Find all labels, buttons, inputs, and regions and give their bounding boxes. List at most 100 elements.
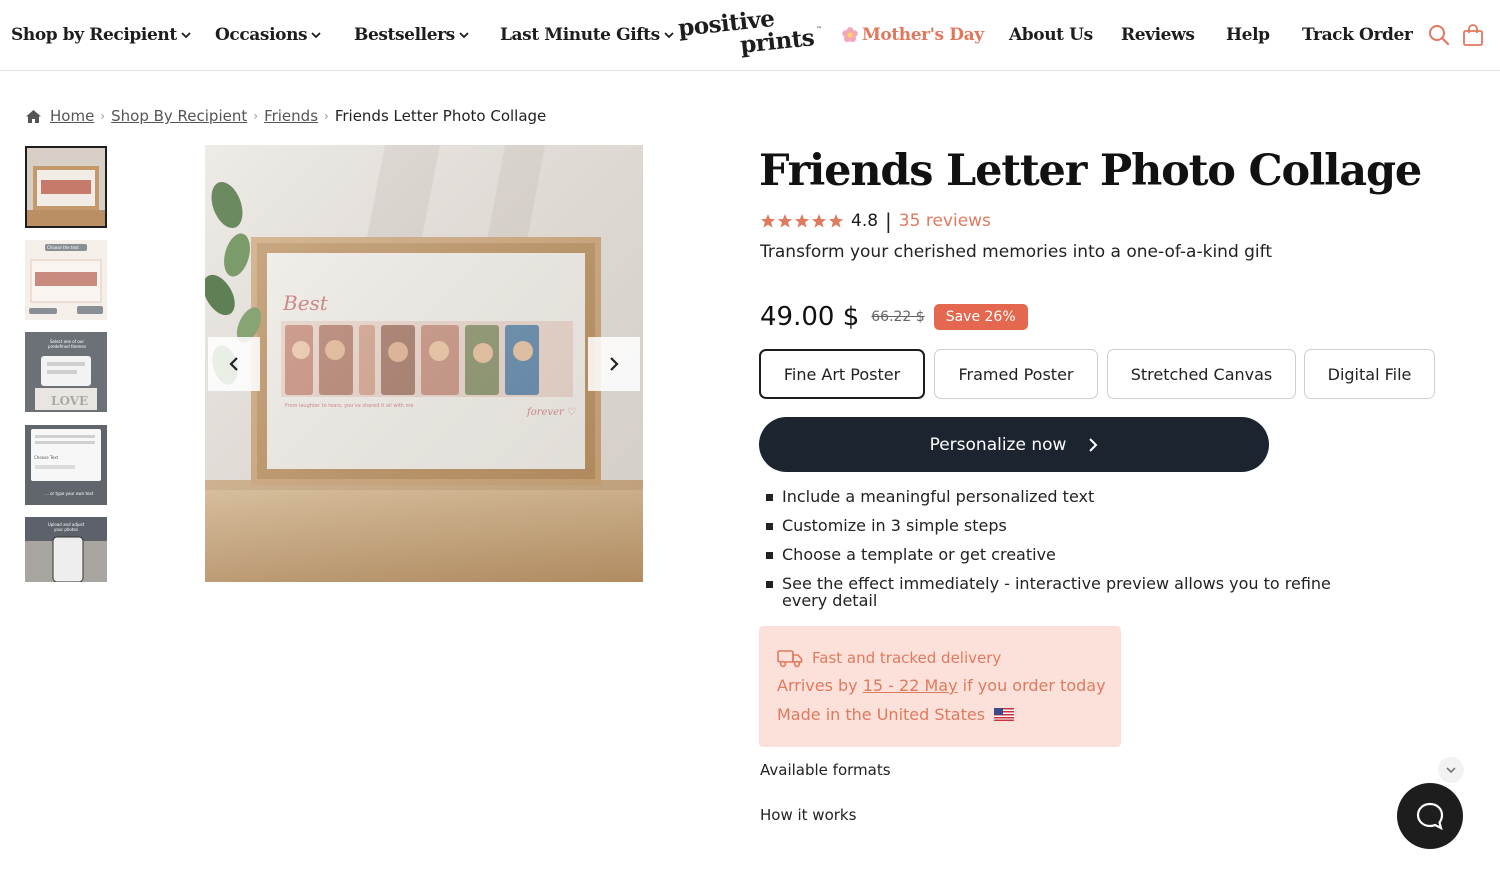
home-icon[interactable] xyxy=(25,109,42,124)
feature-item: See the effect immediately - interactive… xyxy=(766,575,1346,609)
nav-about-us[interactable]: About Us xyxy=(1009,22,1093,48)
rating-value: 4.8 xyxy=(851,211,879,231)
thumbnail-4-label: Choose Text xyxy=(34,455,59,460)
format-stretched-canvas[interactable]: Stretched Canvas xyxy=(1107,349,1296,399)
product-rating: 4.8 | 35 reviews xyxy=(760,209,991,233)
thumbnail-preview-image xyxy=(25,240,107,320)
chat-icon xyxy=(1416,802,1444,831)
gallery-prev-button[interactable] xyxy=(208,337,260,391)
breadcrumb-current: Friends Letter Photo Collage xyxy=(334,107,547,125)
nav-shop-by-recipient[interactable]: Shop by Recipient xyxy=(11,22,191,48)
breadcrumb-friends[interactable]: Friends xyxy=(264,107,318,125)
brand-logo[interactable]: positive prints ™ xyxy=(676,4,826,64)
delivery-title-row: Fast and tracked delivery xyxy=(777,648,1001,668)
collage-caption: From laughter to tears, you've shared it… xyxy=(285,403,414,409)
reviews-link[interactable]: 35 reviews xyxy=(899,211,991,231)
star-icon xyxy=(828,214,844,228)
product-subtitle: Transform your cherished memories into a… xyxy=(760,242,1273,262)
breadcrumb-separator: › xyxy=(253,109,259,123)
star-icon xyxy=(794,214,810,228)
nav-help[interactable]: Help xyxy=(1226,22,1270,48)
rating-stars xyxy=(760,213,845,229)
chevron-down-icon xyxy=(311,32,321,39)
search-icon[interactable] xyxy=(1428,24,1450,46)
chevron-down-icon xyxy=(1446,767,1456,774)
format-fine-art-poster[interactable]: Fine Art Poster xyxy=(759,349,925,399)
format-digital-file[interactable]: Digital File xyxy=(1304,349,1435,399)
nav-mothers-day[interactable]: Mother's Day xyxy=(841,22,984,48)
gallery-thumbnail-5[interactable]: Upload and adjust your photos xyxy=(25,517,107,582)
collage-text-best: Best xyxy=(283,291,328,315)
feature-list: Include a meaningful personalized text C… xyxy=(766,488,1346,621)
nav-occasions[interactable]: Occasions xyxy=(215,22,321,48)
feature-item: Choose a template or get creative xyxy=(766,546,1346,563)
discount-badge: Save 26% xyxy=(933,304,1028,330)
breadcrumb-shop-by-recipient[interactable]: Shop By Recipient xyxy=(111,107,247,125)
price-row: 49.00 $ 66.22 $ Save 26% xyxy=(760,302,1028,332)
thumbnail-frame-image xyxy=(27,148,105,226)
arrives-suffix: if you order today xyxy=(962,676,1106,695)
accordion-toggle[interactable] xyxy=(1438,757,1464,783)
thumbnail-3-caption: Select one of our predefined themes xyxy=(48,339,86,349)
logo-trademark: ™ xyxy=(816,26,822,33)
format-framed-poster[interactable]: Framed Poster xyxy=(934,349,1098,399)
star-icon xyxy=(777,214,793,228)
nav-last-minute-gifts-label: Last Minute Gifts xyxy=(500,25,660,45)
chevron-right-icon xyxy=(610,357,619,371)
breadcrumb-separator: › xyxy=(324,109,329,123)
breadcrumb-separator: › xyxy=(100,109,106,123)
nav-mothers-day-label: Mother's Day xyxy=(862,25,984,45)
flower-icon xyxy=(842,27,858,43)
nav-occasions-label: Occasions xyxy=(215,25,308,45)
chevron-down-icon xyxy=(181,32,191,39)
feature-item: Include a meaningful personalized text xyxy=(766,488,1346,505)
nav-track-order[interactable]: Track Order xyxy=(1302,22,1413,48)
made-in-text: Made in the United States xyxy=(777,705,986,724)
truck-icon xyxy=(777,650,803,668)
thumbnail-3-word: LOVE xyxy=(51,394,89,408)
nav-bestsellers[interactable]: Bestsellers xyxy=(354,22,469,48)
made-in-row: Made in the United States xyxy=(777,705,1015,724)
thumbnail-2-caption: Choose the text xyxy=(47,245,79,250)
accordion-how-it-works[interactable]: How it works xyxy=(760,806,856,824)
star-icon xyxy=(760,214,776,228)
nav-reviews[interactable]: Reviews xyxy=(1121,22,1195,48)
thumbnail-4-caption: ... or type your own text xyxy=(45,491,94,496)
chevron-left-icon xyxy=(229,357,238,371)
framed-collage-photo xyxy=(205,145,643,582)
delivery-arrival-row: Arrives by 15 - 22 May if you order toda… xyxy=(777,676,1106,695)
collage-text-forever: forever ♡ xyxy=(527,407,576,418)
feature-item: Customize in 3 simple steps xyxy=(766,517,1346,534)
star-icon xyxy=(811,214,827,228)
chevron-down-icon xyxy=(459,32,469,39)
delivery-info-box: Fast and tracked delivery Arrives by 15 … xyxy=(759,626,1121,747)
nav-bestsellers-label: Bestsellers xyxy=(354,25,455,45)
rating-divider: | xyxy=(885,209,892,233)
nav-last-minute-gifts[interactable]: Last Minute Gifts xyxy=(500,22,674,48)
thumbnail-5-caption: Upload and adjust your photos xyxy=(47,522,85,532)
us-flag-icon xyxy=(994,708,1015,721)
gallery-thumbnail-3[interactable]: Select one of our predefined themes LOVE xyxy=(25,332,107,412)
current-price: 49.00 $ xyxy=(760,302,860,332)
delivery-title: Fast and tracked delivery xyxy=(812,649,1002,667)
breadcrumb-home[interactable]: Home xyxy=(50,107,94,125)
accordion-available-formats[interactable]: Available formats xyxy=(760,761,891,779)
breadcrumb: Home › Shop By Recipient › Friends › Fri… xyxy=(25,106,546,126)
personalize-now-label: Personalize now xyxy=(929,434,1067,455)
gallery-thumbnail-1[interactable] xyxy=(25,146,107,228)
gallery-thumbnail-4[interactable]: Choose Text ... or type your own text xyxy=(25,425,107,505)
gallery-next-button[interactable] xyxy=(588,337,640,391)
chevron-right-icon xyxy=(1089,437,1098,452)
top-navigation: Shop by Recipient Occasions Bestsellers … xyxy=(0,0,1500,71)
arrival-dates[interactable]: 15 - 22 May xyxy=(863,676,958,695)
cart-icon[interactable] xyxy=(1462,24,1484,46)
personalize-now-button[interactable]: Personalize now xyxy=(759,417,1269,472)
nav-shop-by-recipient-label: Shop by Recipient xyxy=(11,25,177,45)
product-main-image: Best From laughter to tears, you've shar… xyxy=(205,145,643,582)
arrives-prefix: Arrives by xyxy=(777,676,858,695)
chat-widget-button[interactable] xyxy=(1397,783,1463,849)
original-price: 66.22 $ xyxy=(871,309,925,325)
chevron-down-icon xyxy=(664,32,674,39)
gallery-thumbnail-2[interactable]: Choose the text xyxy=(25,240,107,320)
product-title: Friends Letter Photo Collage xyxy=(759,146,1422,196)
